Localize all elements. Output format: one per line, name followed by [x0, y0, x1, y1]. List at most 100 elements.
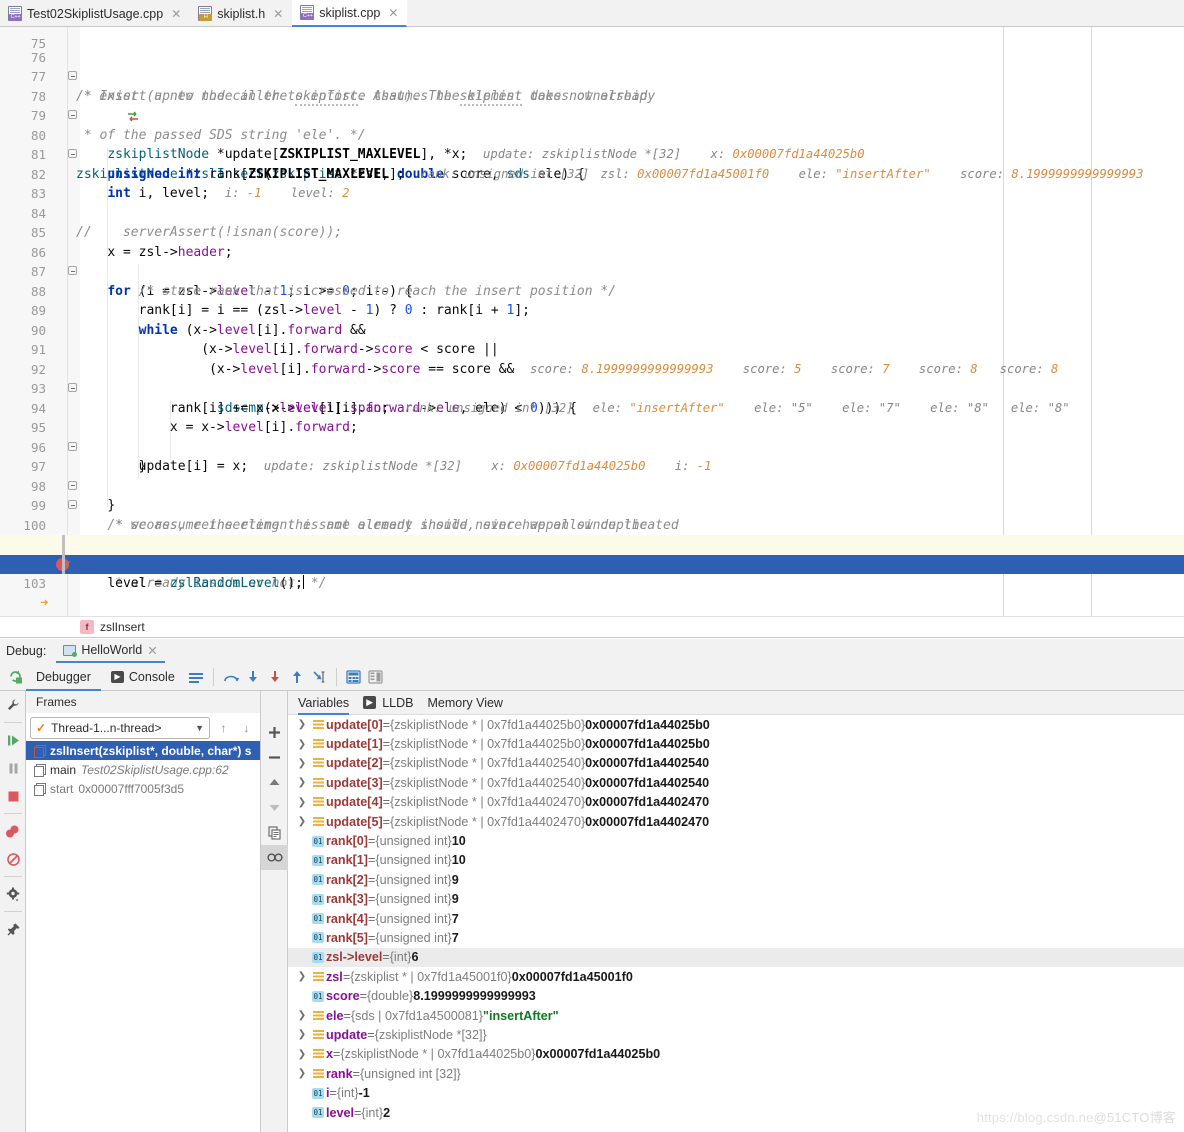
tab-variables[interactable]: Variables [298, 691, 350, 715]
step-into-button[interactable] [242, 666, 264, 688]
code-row[interactable]: 104 [0, 574, 1184, 582]
run-to-cursor-button[interactable] [308, 666, 330, 688]
close-icon[interactable]: ✕ [171, 7, 181, 21]
stop-button[interactable] [0, 782, 26, 810]
variable-row[interactable]: 01 rank[5] = {unsigned int} 7 [288, 928, 1184, 947]
variable-row[interactable]: ❯ update[3] = {zskiplistNode * | 0x7fd1a4… [288, 773, 1184, 792]
variables-list[interactable]: ❯ update[0] = {zskiplistNode * | 0x7fd1a4… [288, 715, 1184, 1122]
code-row-execution[interactable]: 103 ➜ if (level > zsl->level) { zsl: 0x0… [0, 554, 1184, 611]
step-out-button[interactable] [286, 666, 308, 688]
variable-row[interactable]: ❯ ele = {sds | 0x7fd1a4500081} "insertAft… [288, 1006, 1184, 1025]
variable-row[interactable]: ❯ x = {zskiplistNode * | 0x7fd1a44025b0} … [288, 1045, 1184, 1064]
frame-list-item-selected[interactable]: zslInsert(zskiplist*, double, char*) s [26, 741, 260, 760]
tab-console[interactable]: ▶ Console [101, 663, 185, 691]
code-row[interactable]: 97 } [0, 438, 1184, 513]
variable-row[interactable]: ❯ update[4] = {zskiplistNode * | 0x7fd1a4… [288, 793, 1184, 812]
step-over-button[interactable] [220, 666, 242, 688]
chevron-right-icon[interactable]: ❯ [294, 758, 310, 769]
code-row[interactable]: 83 [0, 165, 1184, 201]
code-row[interactable]: 84 // serverAssert(!isnan(score)); [0, 184, 1184, 241]
code-row[interactable]: 81 unsigned int rank[ZSKIPLIST_MAXLEVEL]… [0, 126, 1184, 182]
variable-row[interactable]: ❯ update[1] = {zskiplistNode * | 0x7fd1a4… [288, 734, 1184, 753]
chevron-right-icon[interactable]: ❯ [294, 719, 310, 730]
settings-wrench-button[interactable] [0, 691, 26, 719]
frame-up-button[interactable]: ↑ [214, 721, 233, 735]
code-row[interactable]: 88 rank[i] = i == (zsl->level - 1) ? 0 :… [0, 262, 1184, 319]
move-up-button[interactable] [261, 770, 288, 795]
close-icon[interactable]: ✕ [388, 6, 398, 20]
chevron-right-icon[interactable]: ❯ [294, 1068, 310, 1079]
variable-row[interactable]: ❯ update[2] = {zskiplistNode * | 0x7fd1a4… [288, 754, 1184, 773]
code-row[interactable]: 92 sdscmp(x->level[i].forward->ele, ele)… [0, 340, 1184, 416]
code-row[interactable]: 77 * exist (up to the caller to enforce … [0, 48, 1184, 106]
code-row[interactable]: 76 /* Insert a new node in the skiplist.… [0, 28, 1184, 106]
code-row[interactable]: 89 while (x->level[i].forward && [0, 282, 1184, 338]
code-row[interactable]: 80 zskiplistNode *update[ZSKIPLIST_MAXLE… [0, 106, 1184, 163]
code-row[interactable]: 93 rank[i] += x->level[i].span; rank: un… [0, 360, 1184, 416]
breadcrumb[interactable]: f zslInsert [0, 616, 1184, 638]
override-marker-icon[interactable] [48, 91, 139, 122]
chevron-right-icon[interactable]: ❯ [294, 971, 310, 982]
variable-row[interactable]: 01 zsl->level = {int} 6 [288, 947, 1184, 968]
variable-row[interactable]: 01 rank[3] = {unsigned int} 9 [288, 890, 1184, 909]
variable-row[interactable]: 01 rank[0] = {unsigned int} 10 [288, 831, 1184, 850]
variable-row[interactable]: ❯ update = {zskiplistNode *[32]} [288, 1025, 1184, 1044]
code-row[interactable]: 101 * already inside or not. */ [0, 516, 1184, 591]
pin-tab-button[interactable] [0, 915, 26, 943]
code-row[interactable]: 86 for (i = zsl->level - 1; i >= 0; i--)… [0, 223, 1184, 299]
variable-row[interactable]: 01 score = {double} 8.1999999999999993 [288, 986, 1184, 1005]
code-row[interactable]: 85 x = zsl->header; [0, 204, 1184, 260]
threads-and-variables-button[interactable] [365, 666, 387, 688]
tab-memory-view[interactable]: Memory View [427, 696, 502, 710]
chevron-right-icon[interactable]: ❯ [294, 797, 310, 808]
move-down-button[interactable] [261, 795, 288, 820]
inspect-glasses-button[interactable] [261, 845, 288, 870]
close-icon[interactable]: ✕ [147, 643, 157, 658]
code-row[interactable]: 78 * of the passed SDS string 'ele'. */ [0, 67, 1184, 143]
code-row[interactable]: 100 * caller of zslInsert() should test … [0, 496, 1184, 553]
code-row[interactable]: 79 zskiplistNode *zslInsert(zskiplist *z… [0, 87, 1184, 182]
code-row-current[interactable]: 102 level = zslRandomLevel(); [0, 535, 1184, 591]
rerun-button[interactable] [4, 666, 26, 688]
editor-tab-skiplist-cpp[interactable]: C++ skiplist.cpp ✕ [292, 0, 408, 27]
chevron-right-icon[interactable]: ❯ [294, 739, 310, 750]
frame-down-button[interactable]: ↓ [237, 721, 256, 735]
code-row[interactable]: 87 /* store rank that is crossed to reac… [0, 243, 1184, 299]
debug-session-tab[interactable]: HelloWorld ✕ [56, 639, 165, 663]
remove-watch-button[interactable] [261, 745, 288, 770]
chevron-right-icon[interactable]: ❯ [294, 777, 310, 788]
chevron-right-icon[interactable]: ❯ [294, 816, 310, 827]
frame-list-item[interactable]: start 0x00007fff7005f3d5 [26, 779, 260, 798]
view-breakpoints-button[interactable] [0, 817, 26, 845]
settings-gear-button[interactable] [0, 880, 26, 908]
code-editor[interactable]: 75 76 /* Insert a new node in the skipli… [0, 27, 1184, 616]
copy-value-button[interactable] [261, 820, 288, 845]
tab-lldb[interactable]: ▶ LLDB [363, 696, 413, 710]
show-execution-point-button[interactable] [185, 666, 207, 688]
tab-debugger[interactable]: Debugger [26, 663, 101, 691]
editor-tab-test02skiplistusage[interactable]: C++ Test02SkiplistUsage.cpp ✕ [0, 0, 190, 27]
code-row[interactable]: 99 * scores, reinserting the same elemen… [0, 477, 1184, 533]
chevron-right-icon[interactable]: ❯ [294, 1029, 310, 1040]
editor-tab-skiplist-h[interactable]: H skiplist.h ✕ [190, 0, 292, 27]
evaluate-expression-button[interactable] [343, 666, 365, 688]
code-row[interactable]: 95 } [0, 399, 1184, 474]
code-row[interactable]: 94 x = x->level[i].forward; [0, 379, 1184, 436]
variable-row[interactable]: 01 rank[1] = {unsigned int} 10 [288, 851, 1184, 870]
chevron-down-icon[interactable]: ▼ [195, 723, 204, 733]
resume-program-button[interactable] [0, 726, 26, 754]
variable-row[interactable]: 01 rank[4] = {unsigned int} 7 [288, 909, 1184, 928]
variable-row[interactable]: 01 i = {int} -1 [288, 1083, 1184, 1102]
code-row[interactable]: 82 int i, level; i: -1 level: 2 [0, 145, 1184, 202]
chevron-right-icon[interactable]: ❯ [294, 1010, 310, 1021]
pause-program-button[interactable] [0, 754, 26, 782]
variable-row[interactable]: 01 level = {int} 2 [288, 1103, 1184, 1122]
variable-row[interactable]: ❯ rank = {unsigned int [32]} [288, 1064, 1184, 1083]
variable-row[interactable]: ❯ update[5] = {zskiplistNode * | 0x7fd1a4… [288, 812, 1184, 831]
code-row[interactable]: 90 (x->level[i].forward->score < score |… [0, 301, 1184, 358]
force-step-into-button[interactable] [264, 666, 286, 688]
mute-breakpoints-button[interactable] [0, 845, 26, 873]
chevron-right-icon[interactable]: ❯ [294, 1049, 310, 1060]
frame-list-item[interactable]: main Test02SkiplistUsage.cpp:62 [26, 760, 260, 779]
close-icon[interactable]: ✕ [273, 7, 283, 21]
